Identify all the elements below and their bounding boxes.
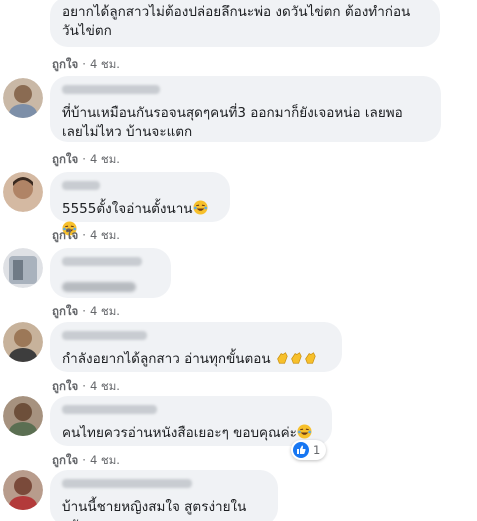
clapping-hands-emoji-icon (303, 351, 317, 371)
comment-bubble: คนไทยควรอ่านหนังสือเยอะๆ ขอบคุณค่ะ (50, 396, 332, 446)
meta-separator: · (82, 304, 86, 318)
comment-text: กำลังอยากได้ลูกสาว อ่านทุกขั้นตอน (62, 350, 330, 371)
comment-bubble: 5555ตั้งใจอ่านตั้งนาน (50, 172, 230, 236)
comment-text-line: บ้านนี้ชายหญิงสมใจ สูตรง่ายในครัว (62, 499, 247, 521)
comment-text-blurred (62, 276, 159, 297)
reaction-count: 1 (313, 443, 321, 457)
meta-separator: · (82, 453, 86, 467)
like-link[interactable]: ถูกใจ (52, 228, 78, 242)
comment-text-line: วันไข่ตก (62, 23, 112, 39)
comment-text-line: 5555ตั้งใจอ่านตั้งนาน (62, 201, 193, 217)
comment-bubble: ที่บ้านเหมือนกันรอจนสุดๆคนที่3 ออกมาก็ยั… (50, 76, 441, 142)
like-link[interactable]: ถูกใจ (52, 379, 78, 393)
avatar-image (3, 172, 43, 212)
author-name-blurred[interactable] (62, 479, 192, 488)
reaction-counter[interactable]: 1 (291, 440, 327, 460)
comment-meta: ถูกใจ · 4 ชม. (52, 452, 120, 470)
like-link[interactable]: ถูกใจ (52, 453, 78, 467)
timestamp[interactable]: 4 ชม. (90, 379, 120, 393)
avatar[interactable] (3, 470, 43, 510)
comment-text-line: คนไทยควรอ่านหนังสือเยอะๆ ขอบคุณค่ะ (62, 425, 297, 441)
like-reaction-icon (293, 442, 309, 458)
author-name-blurred[interactable] (62, 181, 100, 190)
author-name-blurred[interactable] (62, 331, 147, 340)
meta-separator: · (82, 379, 86, 393)
comment-feed: อยากได้ลูกสาวไม่ต้องปล่อยลึกนะพ่อ งดวันไ… (0, 0, 477, 521)
comment-meta: ถูกใจ · 4 ชม. (52, 303, 120, 321)
timestamp[interactable]: 4 ชม. (90, 304, 120, 318)
meta-separator: · (82, 228, 86, 242)
comment-text: ที่บ้านเหมือนกันรอจนสุดๆคนที่3 ออกมาก็ยั… (62, 104, 429, 142)
clapping-hands-emoji-icon (289, 351, 303, 371)
author-name-blurred[interactable] (62, 405, 157, 414)
comment-meta: ถูกใจ · 4 ชม. (52, 56, 120, 74)
author-name-blurred[interactable] (62, 85, 160, 94)
comment-text-line: เลยไม่ไหว บ้านจะแตก (62, 124, 193, 140)
rofl-emoji-icon (193, 200, 208, 221)
timestamp[interactable]: 4 ชม. (90, 57, 120, 71)
avatar[interactable] (3, 322, 43, 362)
like-link[interactable]: ถูกใจ (52, 304, 78, 318)
clapping-hands-emoji-icon (275, 351, 289, 371)
timestamp[interactable]: 4 ชม. (90, 453, 120, 467)
avatar[interactable] (3, 396, 43, 436)
avatar-image (3, 78, 43, 118)
avatar-image (3, 322, 43, 362)
comment-text-line: อยากได้ลูกสาวไม่ต้องปล่อยลึกนะพ่อ งดวันไ… (62, 4, 411, 20)
avatar[interactable] (3, 248, 43, 288)
comment-text: บ้านนี้ชายหญิงสมใจ สูตรง่ายในครัว (62, 498, 266, 521)
avatar-image (3, 248, 43, 288)
comment-text: คนไทยควรอ่านหนังสือเยอะๆ ขอบคุณค่ะ (62, 424, 320, 445)
comment-meta: ถูกใจ · 4 ชม. (52, 151, 120, 169)
comment-bubble (50, 248, 171, 298)
comment-text: อยากได้ลูกสาวไม่ต้องปล่อยลึกนะพ่อ งดวันไ… (62, 3, 428, 41)
comment-text-line: ที่บ้านเหมือนกันรอจนสุดๆคนที่3 ออกมาก็ยั… (62, 105, 403, 121)
like-link[interactable]: ถูกใจ (52, 57, 78, 71)
author-name-blurred[interactable] (62, 257, 142, 266)
comment-text-line: กำลังอยากได้ลูกสาว อ่านทุกขั้นตอน (62, 351, 271, 367)
comment-bubble: บ้านนี้ชายหญิงสมใจ สูตรง่ายในครัว (50, 470, 278, 521)
comment-bubble: กำลังอยากได้ลูกสาว อ่านทุกขั้นตอน (50, 322, 342, 372)
timestamp[interactable]: 4 ชม. (90, 152, 120, 166)
comment-bubble: อยากได้ลูกสาวไม่ต้องปล่อยลึกนะพ่อ งดวันไ… (50, 0, 440, 47)
timestamp[interactable]: 4 ชม. (90, 228, 120, 242)
avatar-image (3, 396, 43, 436)
meta-separator: · (82, 57, 86, 71)
meta-separator: · (82, 152, 86, 166)
comment-meta: ถูกใจ · 4 ชม. (52, 227, 120, 245)
comment-meta: ถูกใจ · 4 ชม. (52, 378, 120, 396)
like-link[interactable]: ถูกใจ (52, 152, 78, 166)
avatar[interactable] (3, 172, 43, 212)
avatar-image (3, 470, 43, 510)
avatar[interactable] (3, 78, 43, 118)
blurred-text (62, 282, 136, 292)
